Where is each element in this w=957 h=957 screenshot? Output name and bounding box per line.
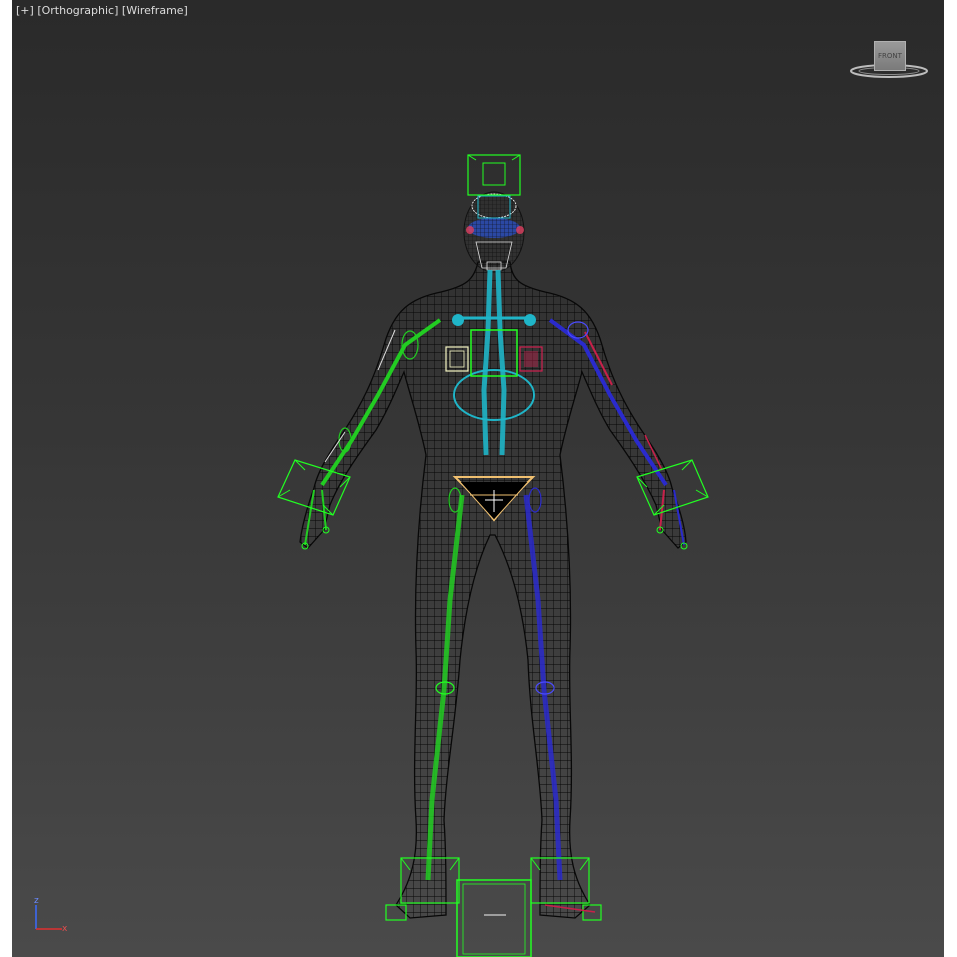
head-mesh (463, 191, 525, 273)
character-rig-scene (277, 154, 709, 957)
root-control[interactable] (456, 879, 532, 957)
axis-tripod: z x (30, 893, 74, 937)
axis-z-label: z (34, 896, 39, 906)
front-viewport[interactable]: [+] [Orthographic] [Wireframe] FRONT z x (12, 0, 944, 957)
axis-tripod-icon: z x (34, 896, 68, 934)
body-mesh (299, 261, 687, 919)
head-control[interactable] (467, 154, 521, 196)
axis-x-label: x (62, 924, 68, 934)
